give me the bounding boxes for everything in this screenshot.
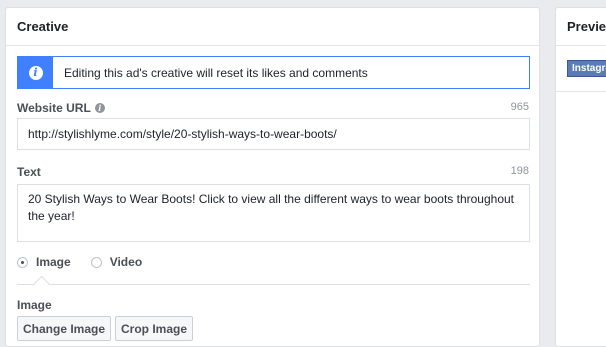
image-label: Image <box>17 298 52 312</box>
change-image-button[interactable]: Change Image <box>17 316 111 341</box>
creative-title: Creative <box>17 19 69 34</box>
text-input[interactable]: 20 Stylish Ways to Wear Boots! Click to … <box>17 184 530 242</box>
preview-toolbar: Instagram <box>556 46 606 92</box>
website-url-label-text: Website URL <box>17 101 91 115</box>
creative-panel: Creative i Editing this ad's creative wi… <box>5 7 540 347</box>
website-url-input[interactable]: http://stylishlyme.com/style/20-stylish-… <box>17 118 530 150</box>
divider <box>17 284 530 285</box>
media-type-selector: Image Video <box>17 255 142 269</box>
creative-header: Creative <box>6 8 539 46</box>
info-icon: i <box>28 65 43 80</box>
image-radio-label[interactable]: Image <box>36 255 71 269</box>
text-label: Text <box>17 165 41 179</box>
text-count: 198 <box>510 165 529 177</box>
help-icon[interactable]: i <box>94 103 105 113</box>
website-url-count: 965 <box>510 101 529 113</box>
crop-image-button[interactable]: Crop Image <box>115 316 193 341</box>
reset-notice: i Editing this ad's creative will reset … <box>17 56 530 89</box>
preview-title: Preview <box>556 8 606 46</box>
image-radio[interactable] <box>17 256 28 268</box>
video-radio-label[interactable]: Video <box>110 255 142 269</box>
notice-text: Editing this ad's creative will reset it… <box>64 65 368 80</box>
video-radio[interactable] <box>90 256 102 268</box>
notice-icon-box: i <box>18 57 53 88</box>
tab-indicator <box>33 275 50 292</box>
website-url-label: Website URL i <box>17 101 105 115</box>
preview-panel: Preview Instagram <box>555 7 606 347</box>
preview-placement-instagram[interactable]: Instagram <box>567 60 606 77</box>
